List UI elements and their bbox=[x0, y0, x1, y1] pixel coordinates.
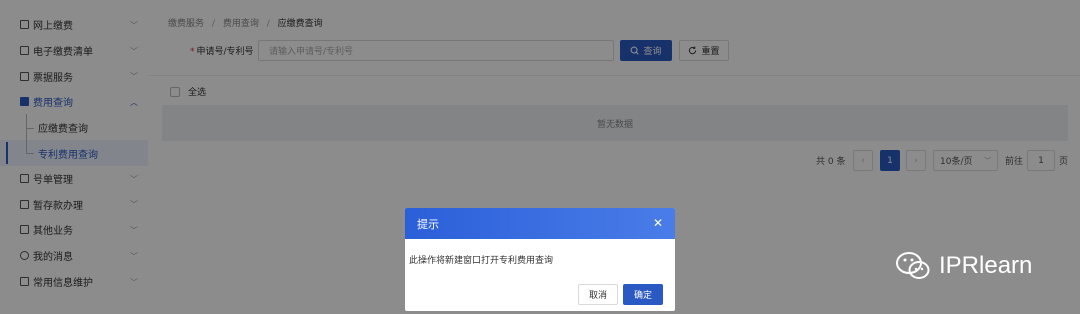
confirm-dialog: 提示 ✕ 此操作将新建窗口打开专利费用查询 取消 确定 bbox=[405, 208, 675, 311]
close-icon[interactable]: ✕ bbox=[653, 216, 663, 230]
wechat-icon bbox=[896, 252, 930, 279]
dialog-message: 此操作将新建窗口打开专利费用查询 bbox=[409, 256, 554, 266]
confirm-label: 确定 bbox=[633, 291, 652, 301]
dialog-title: 提示 bbox=[417, 217, 439, 231]
confirm-button[interactable]: 确定 bbox=[623, 284, 663, 305]
cancel-button[interactable]: 取消 bbox=[578, 284, 618, 305]
watermark-text: IPRlearn bbox=[939, 252, 1033, 279]
dialog-header: 提示 ✕ bbox=[405, 208, 675, 239]
cancel-label: 取消 bbox=[588, 291, 607, 301]
watermark: IPRlearn bbox=[895, 250, 1032, 282]
